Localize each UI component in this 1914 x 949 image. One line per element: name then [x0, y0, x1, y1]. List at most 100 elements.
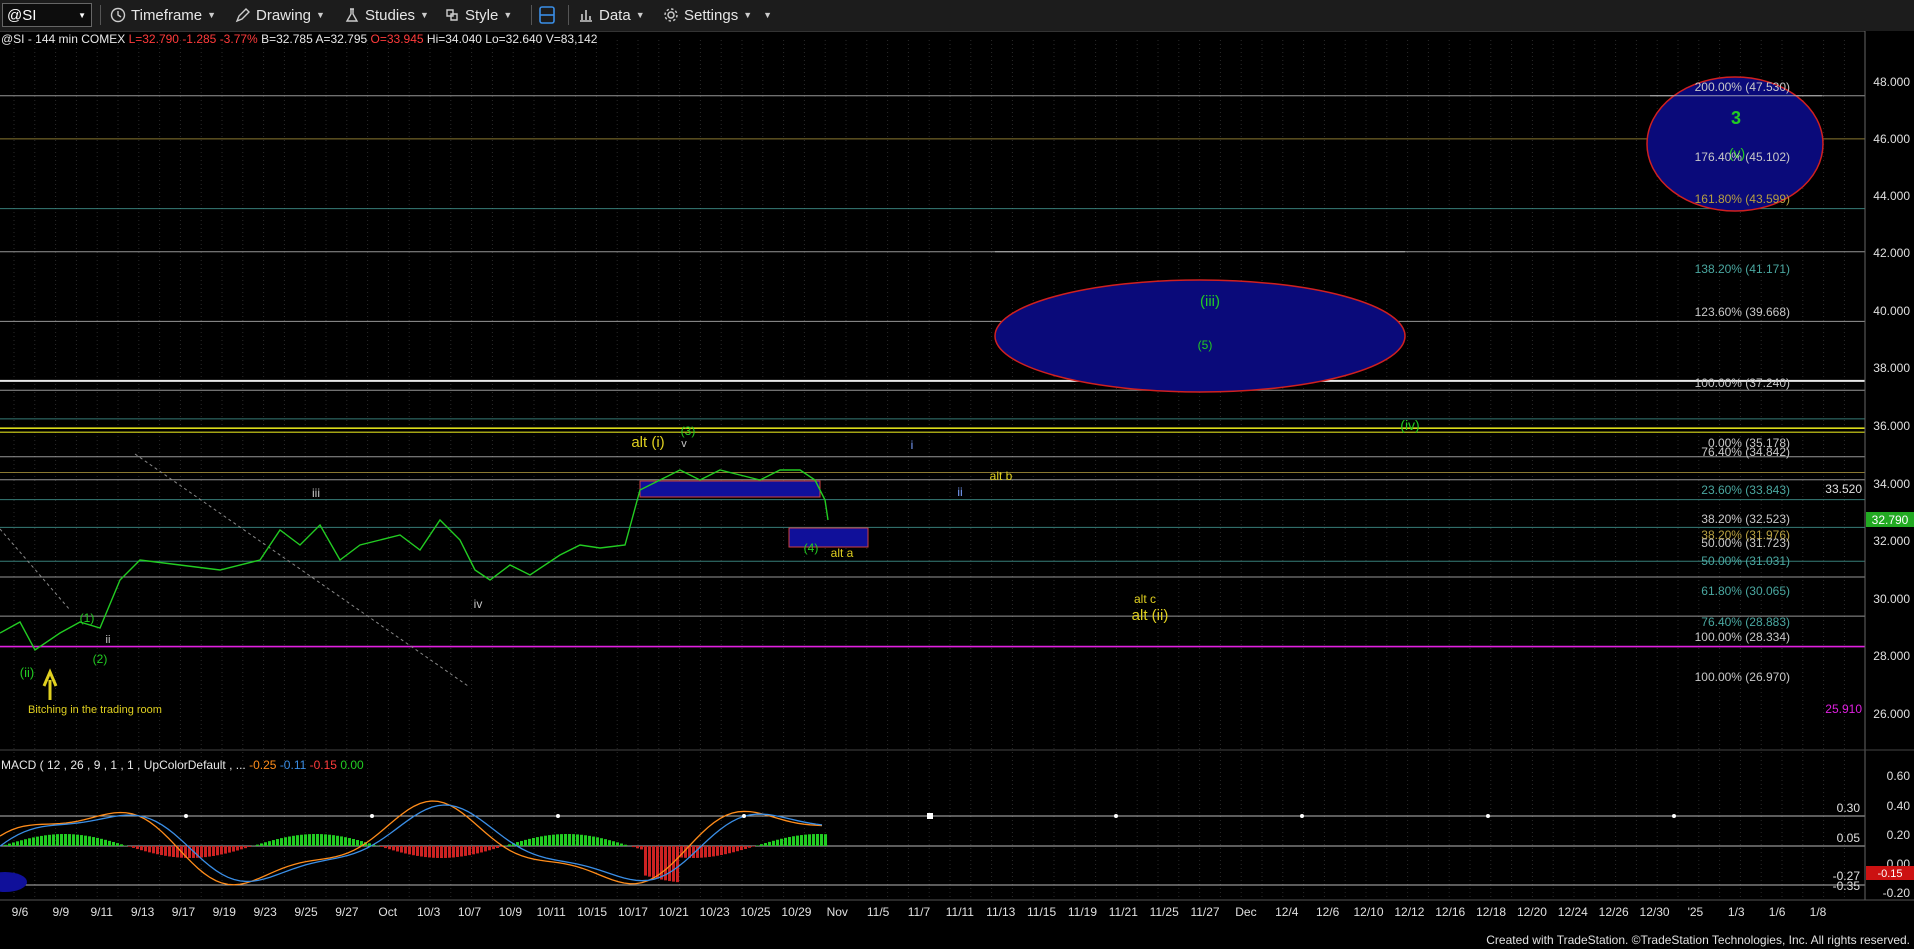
macd-level-value: -0.35 [1833, 879, 1861, 893]
data-button[interactable]: Data ▼ [578, 4, 645, 26]
macd-hist-bar [804, 834, 807, 846]
low-price: Lo=32.640 [485, 32, 543, 46]
date-tick: 11/7 [908, 905, 931, 919]
macd-hist-bar [436, 846, 439, 858]
macd-hist-bar [128, 846, 131, 847]
price-change: -1.285 [182, 32, 217, 46]
macd-hist-bar [88, 836, 91, 846]
style-label: Style [465, 6, 499, 24]
macd-hist-bar [400, 846, 403, 853]
macd-hist-bar [168, 846, 171, 857]
macd-hist-bar [108, 840, 111, 846]
fib-label: 50.00% (31.031) [1701, 554, 1790, 568]
wave-label: alt (ii) [1132, 607, 1169, 624]
date-tick: 11/19 [1068, 905, 1097, 919]
fib-label: 100.00% (28.334) [1695, 630, 1790, 644]
macd-hist-bar [668, 846, 671, 882]
layout-button[interactable] [537, 4, 557, 26]
macd-hist-bar [80, 835, 83, 846]
macd-hist-bar [52, 834, 55, 846]
date-tick: 11/25 [1150, 905, 1179, 919]
macd-hist-bar [740, 846, 743, 851]
macd-hist-bar [612, 841, 615, 846]
macd-line [0, 800, 823, 886]
date-tick: 12/10 [1353, 905, 1383, 919]
symbol-input[interactable]: @SI ▼ [2, 3, 92, 27]
macd-hist-bar [592, 836, 595, 846]
wave-label: alt b [990, 469, 1013, 483]
style-button[interactable]: Style ▼ [444, 4, 512, 26]
wave-label: iv [474, 597, 483, 611]
macd-hist-bar [100, 838, 103, 846]
date-tick: 10/23 [700, 905, 730, 919]
macd-signal-value: -0.11 [279, 758, 307, 772]
macd-hist-bar [600, 838, 603, 846]
fib-label: 23.60% (33.843) [1701, 483, 1790, 497]
settings-button[interactable]: Settings ▼ ▼ [663, 4, 772, 26]
date-tick: 9/13 [131, 905, 155, 919]
date-tick: Nov [827, 905, 848, 919]
macd-hist-bar [44, 835, 47, 846]
chevron-down-icon: ▼ [635, 10, 645, 20]
arrow-icon [42, 668, 58, 700]
macd-hist-bar [140, 846, 143, 851]
macd-hist-bar [572, 834, 575, 846]
macd-hist-bar [348, 838, 351, 846]
macd-hist-bar [472, 846, 475, 855]
macd-hist-bar [8, 843, 11, 846]
support-box [788, 527, 869, 548]
date-tick: 1/3 [1728, 905, 1745, 919]
date-tick: 12/6 [1316, 905, 1340, 919]
macd-hist-bar [284, 837, 287, 846]
macd-hist-bar [788, 836, 791, 846]
macd-hist-bar [444, 846, 447, 858]
wave-label: 3 [1731, 108, 1741, 128]
date-tick: 10/21 [659, 905, 689, 919]
macd-hist-bar [800, 835, 803, 846]
macd-hist-bar [632, 846, 635, 848]
price-tick: 42.000 [1873, 246, 1910, 260]
macd-hist-bar [452, 846, 455, 858]
macd-hist-bar [796, 835, 799, 846]
wave-label: ii [106, 634, 111, 646]
macd-hist-bar [576, 834, 579, 846]
macd-hist-bar [660, 846, 663, 880]
macd-hist-bar [496, 846, 499, 848]
macd-hist-bar [76, 834, 79, 846]
fib-label: 100.00% (37.240) [1695, 376, 1790, 390]
macd-hist-bar [616, 842, 619, 846]
macd-hist-bar [524, 839, 527, 846]
fib-label: 38.20% (32.523) [1701, 512, 1790, 526]
chevron-down-icon: ▼ [420, 10, 429, 20]
macd-hist-bar [228, 846, 231, 853]
chevron-down-icon[interactable]: ▼ [78, 11, 86, 20]
fib-label: 50.00% (31.723) [1701, 536, 1790, 550]
timeframe-label: Timeframe [131, 6, 203, 24]
studies-button[interactable]: Studies ▼ [344, 4, 429, 26]
macd-hist-bar [232, 846, 235, 852]
date-tick: 10/25 [741, 905, 771, 919]
flask-icon [345, 8, 359, 22]
macd-hist-bar [60, 834, 63, 846]
drawing-button[interactable]: Drawing ▼ [235, 4, 325, 26]
timeframe-button[interactable]: Timeframe ▼ [110, 4, 216, 26]
macd-label: MACD ( 12 , 26 , 9 , 1 , 1 , UpColorDefa… [1, 758, 246, 772]
date-tick: Oct [378, 905, 397, 919]
price-tick: 44.000 [1873, 189, 1910, 203]
macd-hist-bar [216, 846, 219, 856]
fib-label: 76.40% (34.842) [1701, 445, 1790, 459]
date-tick: 10/29 [781, 905, 811, 919]
macd-hist-bar [412, 846, 415, 856]
date-tick: 10/9 [499, 905, 523, 919]
macd-ellipse [0, 872, 27, 892]
date-tick: 10/3 [417, 905, 441, 919]
macd-hist-bar [428, 846, 431, 858]
date-tick: 12/4 [1275, 905, 1299, 919]
macd-hist-bar [212, 846, 215, 856]
macd-hist-bar [456, 846, 459, 858]
macd-hist-bar [556, 834, 559, 846]
macd-header: MACD ( 12 , 26 , 9 , 1 , 1 , UpColorDefa… [1, 758, 364, 772]
macd-hist-bar [552, 834, 555, 846]
price-chart[interactable]: 3(v)(iii)(5)(iv)alt (i)(3)v ialt biiiii(4… [0, 31, 1914, 949]
macd-hist-bar [752, 846, 755, 847]
